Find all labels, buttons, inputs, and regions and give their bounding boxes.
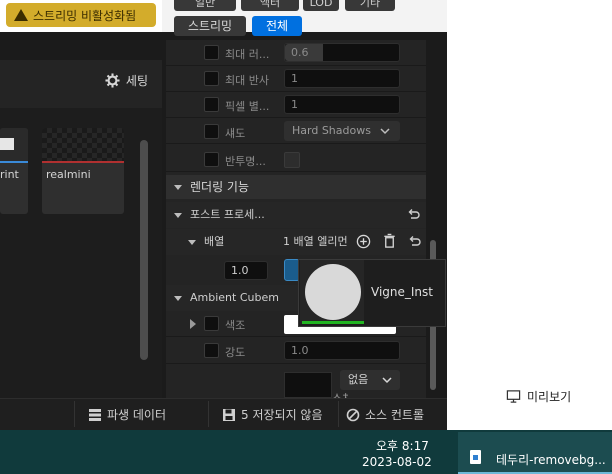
filter-streaming[interactable]: 스트리밍 <box>174 16 246 36</box>
add-element-icon[interactable] <box>356 234 371 249</box>
property-label: 반투명... <box>225 155 266 168</box>
clock-time[interactable]: 오후 8:17 <box>376 437 429 454</box>
pixel-field[interactable]: 1 <box>284 95 400 114</box>
property-row: 픽셀 별... 1 <box>166 92 426 118</box>
asset-label: rint <box>0 168 19 181</box>
database-icon <box>89 408 101 421</box>
chevron-down-icon <box>382 377 392 384</box>
property-label: Ambient Cubem <box>190 291 279 304</box>
max-reflection-field[interactable]: 1 <box>284 69 400 88</box>
field-value: 1.0 <box>231 264 249 277</box>
property-label: 배열 <box>204 235 225 248</box>
shadow-dropdown[interactable]: Hard Shadows <box>284 121 400 141</box>
reset-icon[interactable] <box>407 235 421 249</box>
blocked-icon <box>346 408 360 421</box>
property-row: 최대 반사 1 <box>166 66 426 92</box>
unsaved-label: 5 저장되지 않음 <box>241 408 323 422</box>
property-label: 색조 <box>225 319 246 332</box>
property-label: 섀도 <box>225 127 246 140</box>
streaming-disabled-badge[interactable]: 스트리밍 비활성화됨 <box>6 3 156 27</box>
override-checkbox[interactable] <box>204 71 219 86</box>
save-icon <box>223 408 235 421</box>
source-control-label: 소스 컨트롤 <box>365 408 425 422</box>
post-process-row[interactable]: 포스트 프로세... <box>166 202 426 228</box>
content-browser-header: 세팅 <box>0 62 162 99</box>
clock-date[interactable]: 2023-08-02 <box>362 455 432 469</box>
collapse-icon <box>174 185 182 190</box>
property-row: 섀도 Hard Shadows <box>166 118 426 144</box>
field-value: 0.6 <box>291 46 309 59</box>
field-value: 1 <box>291 72 298 85</box>
preview-button[interactable]: 미리보기 <box>506 388 571 405</box>
desktop-background <box>447 0 612 430</box>
field-value: 1 <box>291 98 298 111</box>
warning-icon <box>14 9 28 21</box>
asset-tile[interactable]: rint <box>0 128 28 214</box>
intensity-field[interactable]: 1.0 <box>284 341 400 360</box>
cubemap-dropdown[interactable]: 없음 <box>340 370 400 390</box>
filter-general[interactable]: 일반 <box>174 0 236 11</box>
settings-label[interactable]: 세팅 <box>126 72 148 89</box>
image-file-icon <box>470 450 481 464</box>
override-checkbox[interactable] <box>204 45 219 60</box>
section-title: 렌더링 기능 <box>190 180 250 194</box>
derived-data-button[interactable]: 파생 데이터 <box>88 406 166 423</box>
field-value: 1.0 <box>291 344 309 357</box>
gear-icon[interactable] <box>105 73 120 88</box>
derived-data-label: 파생 데이터 <box>107 408 167 422</box>
tooltip-asset-name: Vigne_Inst <box>371 285 433 299</box>
filter-all[interactable]: 전체 <box>252 16 302 36</box>
filter-lod[interactable]: LOD <box>303 0 339 11</box>
asset-tile[interactable]: realmini <box>42 128 124 214</box>
blueprint-icon <box>0 138 14 150</box>
element-value-field[interactable]: 1.0 <box>224 261 268 280</box>
source-control-button[interactable]: 소스 컨트롤 <box>346 406 424 423</box>
property-row: 강도 1.0 <box>166 338 426 364</box>
collapse-icon <box>174 212 182 218</box>
property-label: 포스트 프로세... <box>190 208 265 221</box>
override-checkbox[interactable] <box>204 152 219 167</box>
dropdown-value: Hard Shadows <box>292 124 371 137</box>
translucent-checkbox[interactable] <box>284 152 300 168</box>
collapse-icon <box>174 295 182 301</box>
monitor-icon <box>506 390 521 403</box>
chevron-down-icon <box>380 128 390 135</box>
asset-type-bar <box>0 161 28 163</box>
preview-label: 미리보기 <box>527 390 572 404</box>
dropdown-value: 없음 <box>348 373 369 386</box>
status-bar: 파생 데이터 5 저장되지 않음 소스 컨트롤 <box>0 398 447 430</box>
override-checkbox[interactable] <box>204 97 219 112</box>
property-row: 큐브맵 텍스쳐 없음 <box>166 364 426 398</box>
asset-type-bar <box>42 161 124 163</box>
override-checkbox[interactable] <box>204 343 219 358</box>
warning-text: 스트리밍 비활성화됨 <box>33 8 137 23</box>
override-checkbox[interactable] <box>204 124 219 139</box>
property-row: 최대 러... 0.6 <box>166 40 426 66</box>
section-rendering-features[interactable]: 렌더링 기능 <box>166 175 426 199</box>
expand-icon[interactable] <box>190 319 196 329</box>
taskbar-app-label: 테두리-removebg... <box>496 453 606 467</box>
collapse-icon[interactable] <box>188 239 196 245</box>
tooltip-type-bar <box>302 321 364 324</box>
property-row: 반투명... <box>166 146 426 172</box>
filter-actor[interactable]: 액터 <box>241 0 299 11</box>
asset-thumbnail <box>42 128 124 162</box>
property-label: 강도 <box>225 346 246 359</box>
property-label: 최대 러... <box>225 48 269 61</box>
unsaved-assets-button[interactable]: 5 저장되지 않음 <box>222 406 323 423</box>
material-preview-sphere <box>305 264 361 320</box>
max-roughness-field[interactable]: 0.6 <box>284 43 400 62</box>
trash-icon[interactable] <box>382 233 397 249</box>
override-checkbox[interactable] <box>204 316 219 331</box>
property-label: 픽셀 별... <box>225 100 269 113</box>
cubemap-thumbnail[interactable] <box>284 372 332 398</box>
reset-icon[interactable] <box>406 208 420 222</box>
content-browser-scrollbar[interactable] <box>140 140 148 360</box>
asset-label: realmini <box>46 168 91 181</box>
property-label: 최대 반사 <box>225 74 269 87</box>
array-count: 1 배열 엘리먼 <box>283 235 348 248</box>
filter-misc[interactable]: 기타 <box>345 0 395 11</box>
